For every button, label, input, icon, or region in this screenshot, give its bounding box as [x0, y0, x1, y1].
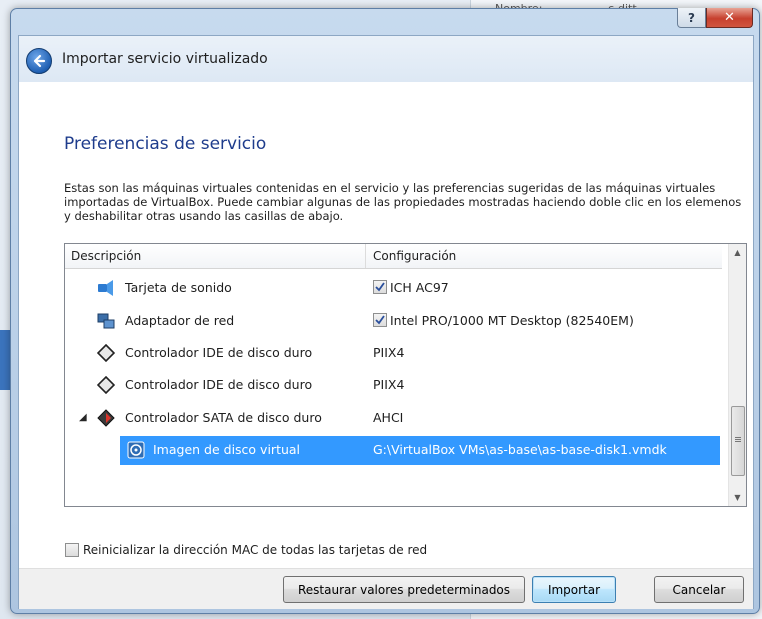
row-value: PIIX4: [373, 377, 405, 392]
close-button[interactable]: ✕: [706, 8, 753, 28]
row-value: AHCI: [373, 410, 404, 425]
scroll-down-arrow-icon[interactable]: ▼: [729, 489, 746, 506]
table-row-selected[interactable]: Imagen de disco virtual G:\VirtualBox VM…: [65, 434, 722, 466]
row-checkbox[interactable]: [373, 313, 387, 327]
scroll-up-arrow-icon[interactable]: ▲: [729, 244, 746, 261]
row-label: Imagen de disco virtual: [153, 442, 301, 457]
dialog-client-area: Importar servicio virtualizado Preferenc…: [18, 35, 754, 609]
network-adapter-icon: [97, 313, 115, 329]
sound-card-icon: [98, 280, 113, 296]
wizard-header: Importar servicio virtualizado: [19, 36, 753, 82]
table-header: Descripción Configuración: [65, 244, 722, 269]
row-label: Controlador SATA de disco duro: [125, 410, 322, 425]
table-row[interactable]: Controlador IDE de disco duro PIIX4: [65, 337, 722, 369]
grip-icon: [735, 437, 741, 438]
scroll-thumb[interactable]: [731, 406, 745, 476]
wizard-title: Importar servicio virtualizado: [62, 51, 268, 67]
button-bar: Restaurar valores predeterminados Import…: [19, 568, 753, 609]
row-checkbox[interactable]: [373, 280, 387, 294]
row-value: ICH AC97: [390, 280, 449, 295]
row-value: G:\VirtualBox VMs\as-base\as-base-disk1.…: [373, 442, 667, 457]
row-label: Controlador IDE de disco duro: [125, 345, 313, 360]
row-value: Intel PRO/1000 MT Desktop (82540EM): [390, 313, 634, 328]
table-row[interactable]: ◢ Controlador SATA de disco duro AHCI: [65, 402, 722, 434]
ide-controller-icon: [97, 344, 115, 362]
checkmark-icon: [375, 282, 385, 292]
cancel-button[interactable]: Cancelar: [654, 576, 744, 603]
row-label: Tarjeta de sonido: [125, 280, 232, 295]
page-description: Estas son las máquinas virtuales conteni…: [64, 181, 742, 223]
row-value: PIIX4: [373, 345, 405, 360]
column-header-description[interactable]: Descripción: [71, 249, 141, 263]
checkmark-icon: [375, 315, 385, 325]
mac-reset-label[interactable]: Reinicializar la dirección MAC de todas …: [83, 543, 427, 557]
mac-reset-checkbox[interactable]: [65, 543, 79, 557]
page-title: Preferencias de servicio: [64, 134, 267, 154]
table-row[interactable]: Adaptador de red Intel PRO/1000 MT Deskt…: [65, 305, 722, 337]
table-row[interactable]: Tarjeta de sonido ICH AC97: [65, 272, 722, 304]
row-label: Adaptador de red: [125, 313, 235, 328]
help-button[interactable]: ?: [677, 8, 706, 28]
import-button[interactable]: Importar: [532, 576, 616, 603]
background-accent: [0, 330, 10, 390]
appliance-settings-tree[interactable]: Descripción Configuración Tarjeta de son…: [64, 243, 747, 507]
back-arrow-icon: [33, 54, 46, 68]
vertical-scrollbar[interactable]: ▲ ▼: [728, 244, 746, 506]
sata-controller-icon: [97, 409, 115, 427]
restore-defaults-button[interactable]: Restaurar valores predeterminados: [283, 576, 525, 603]
dialog-window: ? ✕ Importar servicio virtualizado Prefe…: [10, 8, 760, 614]
title-bar-buttons: ? ✕: [677, 8, 753, 28]
table-row[interactable]: Controlador IDE de disco duro PIIX4: [65, 369, 722, 401]
disk-image-icon: [127, 441, 145, 459]
ide-controller-icon: [97, 376, 115, 394]
back-button[interactable]: [26, 48, 52, 74]
column-separator: [365, 244, 366, 268]
row-label: Controlador IDE de disco duro: [125, 377, 313, 392]
column-header-configuration[interactable]: Configuración: [373, 249, 456, 263]
collapse-arrow-icon[interactable]: ◢: [79, 412, 87, 423]
